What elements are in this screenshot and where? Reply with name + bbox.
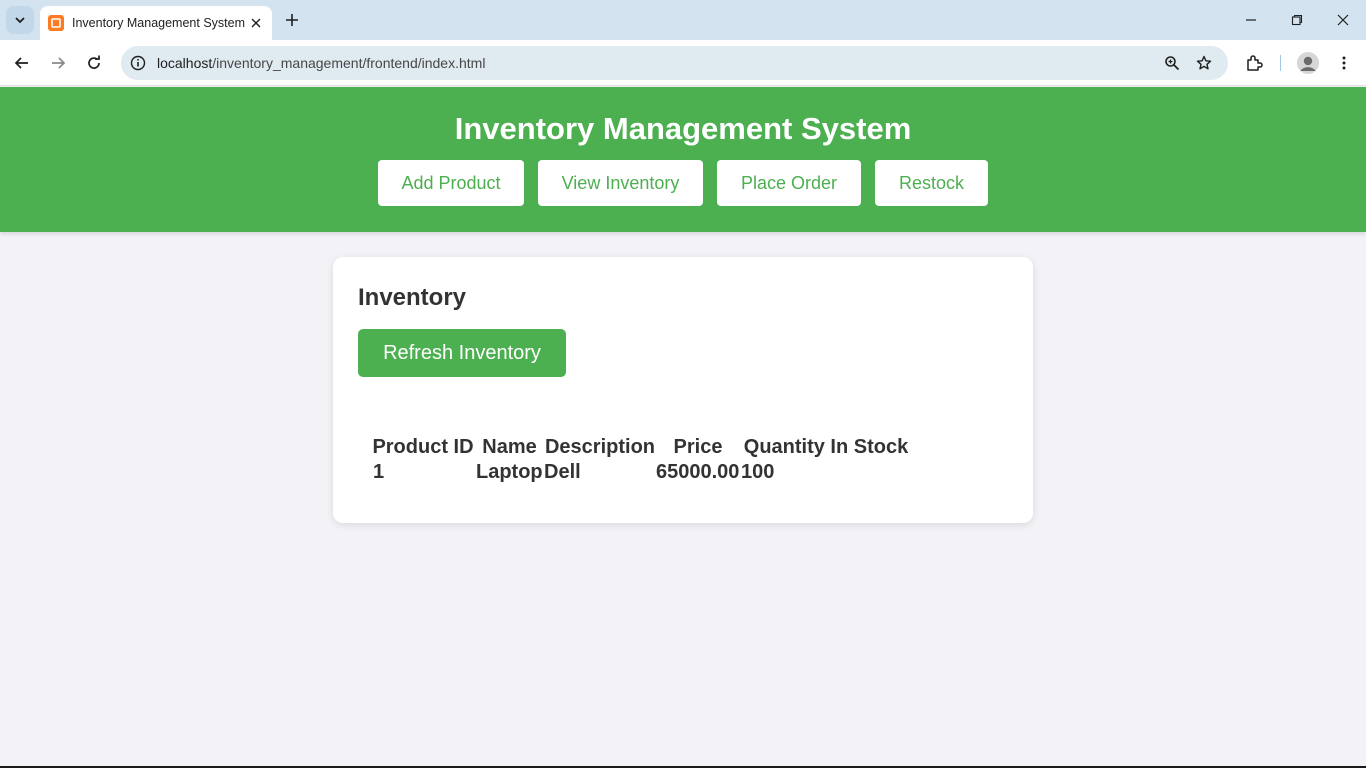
add-product-button[interactable]: Add Product <box>378 160 524 206</box>
column-header-description: Description <box>544 436 656 458</box>
page-title: Inventory Management System <box>454 111 912 146</box>
page-viewport: Inventory Management System Add Product … <box>0 87 1366 766</box>
place-order-button[interactable]: Place Order <box>717 160 861 206</box>
inventory-heading: Inventory <box>358 284 467 311</box>
column-header-price: Price <box>673 436 723 458</box>
extensions-icon[interactable] <box>1240 49 1268 77</box>
cell-product-id: 1 <box>373 461 385 483</box>
browser-tab-strip: Inventory Management System <box>0 0 1366 40</box>
forward-icon[interactable] <box>44 49 72 77</box>
url-text: localhost/inventory_management/frontend/… <box>157 55 485 71</box>
app-header: Inventory Management System Add Product … <box>0 87 1366 232</box>
tab-title: Inventory Management System <box>72 16 245 30</box>
cell-quantity: 100 <box>741 461 775 483</box>
more-icon[interactable] <box>1330 49 1358 77</box>
cell-description: Dell <box>544 461 581 483</box>
browser-tab[interactable]: Inventory Management System <box>40 6 272 40</box>
column-header-name: Name <box>482 436 537 458</box>
cell-name: Laptop <box>476 461 543 483</box>
profile-icon[interactable] <box>1297 52 1319 74</box>
window-close-icon[interactable] <box>1320 0 1366 40</box>
favicon-icon <box>48 15 64 31</box>
address-bar[interactable]: localhost/inventory_management/frontend/… <box>121 46 1228 80</box>
star-icon[interactable] <box>1192 51 1216 75</box>
zoom-icon[interactable] <box>1160 51 1184 75</box>
column-header-product-id: Product ID <box>372 436 474 458</box>
back-icon[interactable] <box>8 49 36 77</box>
column-header-quantity: Quantity In Stock <box>743 436 909 458</box>
toolbar-separator <box>1280 55 1281 71</box>
browser-toolbar: localhost/inventory_management/frontend/… <box>0 40 1366 86</box>
refresh-inventory-button[interactable]: Refresh Inventory <box>358 329 566 377</box>
restock-button[interactable]: Restock <box>875 160 988 206</box>
reload-icon[interactable] <box>80 49 108 77</box>
close-icon[interactable] <box>248 15 264 31</box>
plus-icon[interactable] <box>280 8 304 32</box>
info-icon[interactable] <box>121 46 155 80</box>
minimize-icon[interactable] <box>1228 0 1274 40</box>
tab-search-icon[interactable] <box>6 6 34 34</box>
restore-icon[interactable] <box>1274 0 1320 40</box>
cell-price: 65000.00 <box>656 461 740 483</box>
inventory-card: Inventory Refresh Inventory Product ID N… <box>333 257 1033 523</box>
url-path: /inventory_management/frontend/index.htm… <box>212 55 486 71</box>
url-host: localhost <box>157 55 213 71</box>
view-inventory-button[interactable]: View Inventory <box>538 160 703 206</box>
